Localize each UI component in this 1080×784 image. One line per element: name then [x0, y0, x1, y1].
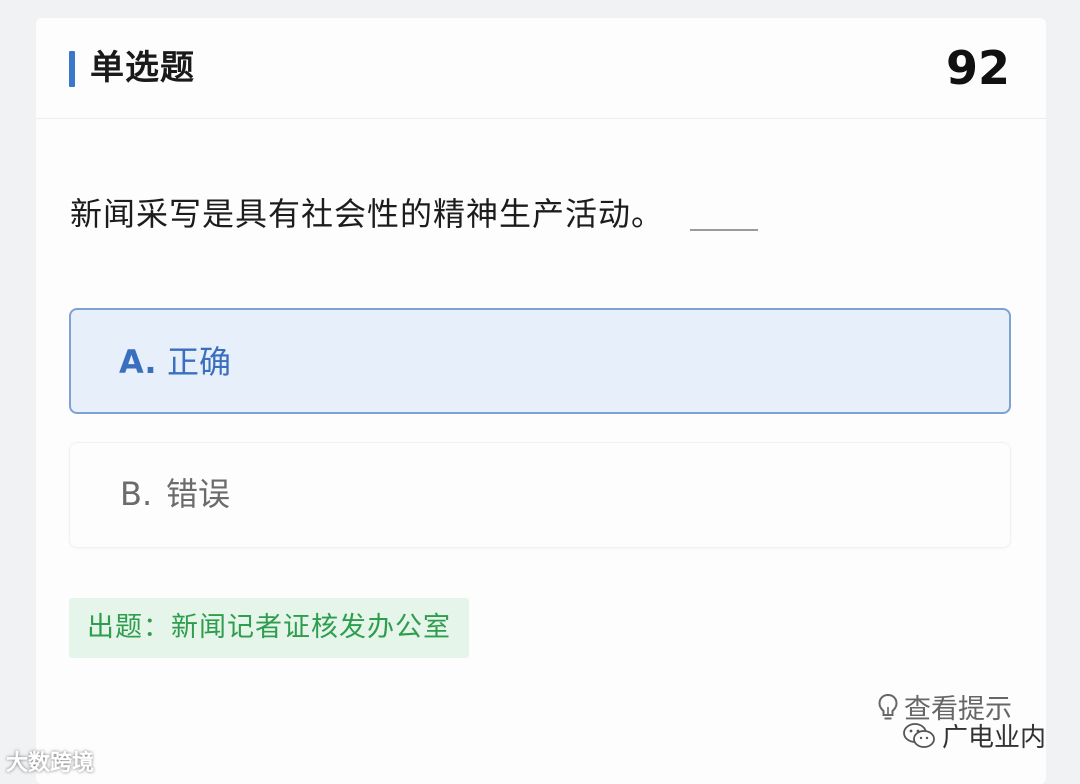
- option-a[interactable]: A. 正确: [69, 308, 1011, 414]
- question-text: 新闻采写是具有社会性的精神生产活动。: [70, 192, 759, 236]
- question-card: 单选题 92 新闻采写是具有社会性的精神生产活动。 A. 正确 B. 错误 出题…: [36, 18, 1046, 784]
- option-b-label: 错误: [166, 475, 231, 513]
- watermark-account-name: 广电业内: [941, 723, 1046, 753]
- option-a-label: 正确: [167, 343, 232, 381]
- question-type-title: 单选题: [90, 48, 195, 88]
- watermark-account: 广电业内: [902, 718, 1046, 758]
- watermark-source: 大数跨境: [6, 748, 94, 780]
- header-accent-bar: [69, 51, 75, 87]
- wechat-icon: [902, 722, 936, 750]
- question-number: 92: [945, 41, 1010, 95]
- option-b[interactable]: B. 错误: [69, 442, 1011, 548]
- lightbulb-icon: [878, 693, 898, 723]
- option-a-letter: A.: [119, 343, 157, 381]
- question-stem: 新闻采写是具有社会性的精神生产活动。: [70, 195, 665, 233]
- answer-blank: [690, 229, 759, 231]
- option-b-letter: B.: [120, 475, 153, 513]
- watermark-source-name: 大数跨境: [6, 751, 95, 776]
- card-header: 单选题 92: [36, 18, 1046, 119]
- page: 单选题 92 新闻采写是具有社会性的精神生产活动。 A. 正确 B. 错误 出题…: [0, 0, 1080, 784]
- question-source-tag: 出题：新闻记者证核发办公室: [69, 598, 469, 658]
